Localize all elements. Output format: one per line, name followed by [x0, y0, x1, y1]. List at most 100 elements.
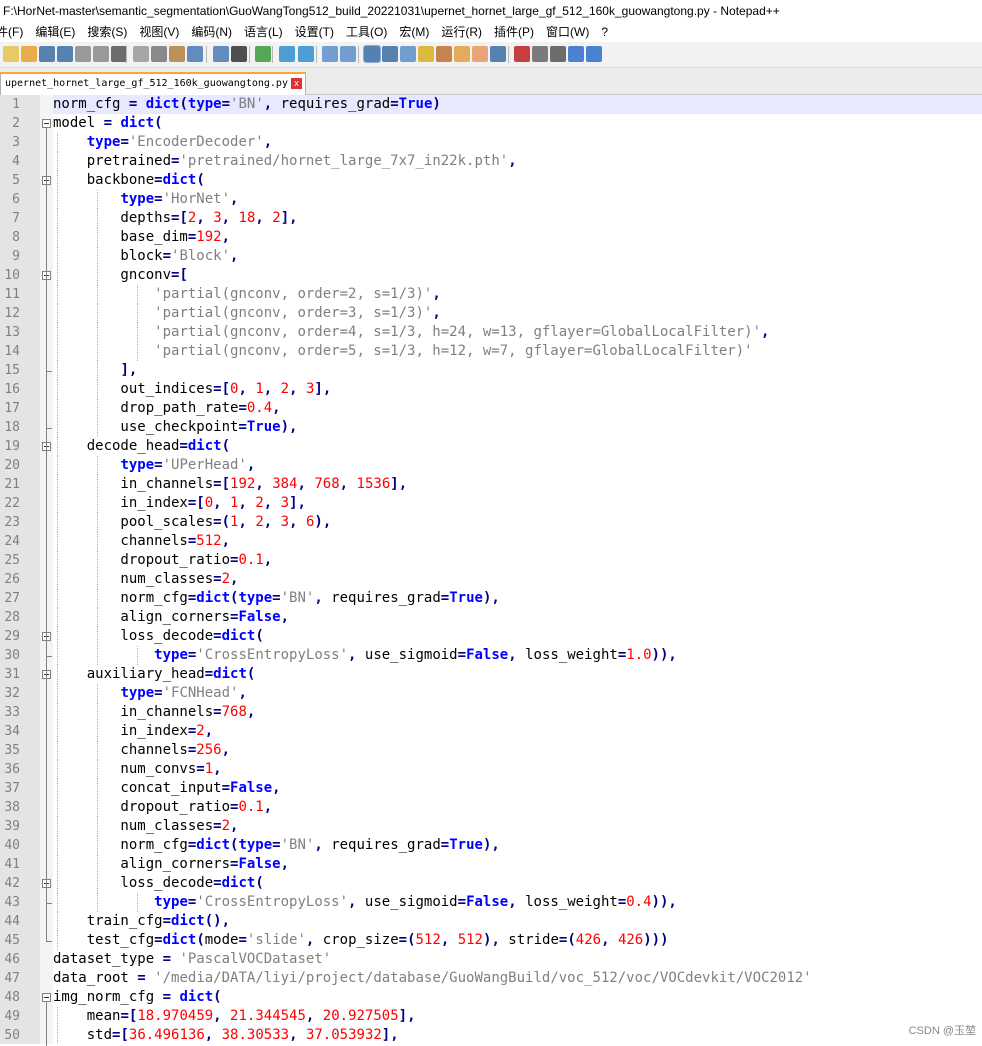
code-line[interactable]: in_index=2,: [53, 722, 982, 741]
fold-toggle-icon[interactable]: [42, 993, 51, 1002]
tab-file[interactable]: upernet_hornet_large_gf_512_160k_guowang…: [0, 72, 306, 95]
open-file-icon[interactable]: [21, 46, 37, 62]
function-list-icon[interactable]: [454, 46, 470, 62]
undo-icon[interactable]: [187, 46, 203, 62]
code-line[interactable]: type='CrossEntropyLoss', use_sigmoid=Fal…: [53, 646, 982, 665]
replace-icon[interactable]: [255, 46, 271, 62]
find-icon[interactable]: [231, 46, 247, 62]
code-line[interactable]: auxiliary_head=dict(: [53, 665, 982, 684]
code-line[interactable]: 'partial(gnconv, order=3, s=1/3)',: [53, 304, 982, 323]
code-line[interactable]: base_dim=192,: [53, 228, 982, 247]
menu-item-7[interactable]: 工具(O): [346, 22, 387, 42]
code-line[interactable]: img_norm_cfg = dict(: [53, 988, 982, 1007]
code-line[interactable]: type='UPerHead',: [53, 456, 982, 475]
code-line[interactable]: decode_head=dict(: [53, 437, 982, 456]
run-macro-multiple-icon[interactable]: [568, 46, 584, 62]
menu-item-9[interactable]: 运行(R): [441, 22, 482, 42]
save-all-icon[interactable]: [57, 46, 73, 62]
menu-item-3[interactable]: 视图(V): [139, 22, 179, 42]
code-line[interactable]: norm_cfg=dict(type='BN', requires_grad=T…: [53, 589, 982, 608]
record-macro-icon[interactable]: [514, 46, 530, 62]
sync-horizontal-icon[interactable]: [340, 46, 356, 62]
menu-item-8[interactable]: 宏(M): [399, 22, 429, 42]
code-editor[interactable]: norm_cfg = dict(type='BN', requires_grad…: [53, 95, 982, 1044]
save-macro-icon[interactable]: [586, 46, 602, 62]
indent-guide-icon[interactable]: [400, 46, 416, 62]
menu-item-10[interactable]: 插件(P): [494, 22, 534, 42]
code-line[interactable]: dataset_type = 'PascalVOCDataset': [53, 950, 982, 969]
user-defined-language-icon[interactable]: [418, 46, 434, 62]
code-line[interactable]: align_corners=False,: [53, 608, 982, 627]
code-line[interactable]: norm_cfg=dict(type='BN', requires_grad=T…: [53, 836, 982, 855]
save-icon[interactable]: [39, 46, 55, 62]
code-line[interactable]: test_cfg=dict(mode='slide', crop_size=(5…: [53, 931, 982, 950]
code-line[interactable]: num_convs=1,: [53, 760, 982, 779]
code-line[interactable]: type='CrossEntropyLoss', use_sigmoid=Fal…: [53, 893, 982, 912]
code-line[interactable]: type='FCNHead',: [53, 684, 982, 703]
menu-item-4[interactable]: 编码(N): [191, 22, 232, 42]
code-line[interactable]: mean=[18.970459, 21.344545, 20.927505],: [53, 1007, 982, 1026]
code-line[interactable]: block='Block',: [53, 247, 982, 266]
close-all-icon[interactable]: [93, 46, 109, 62]
code-line[interactable]: num_classes=2,: [53, 570, 982, 589]
word-wrap-icon[interactable]: [363, 45, 381, 63]
sync-vertical-icon[interactable]: [322, 46, 338, 62]
menu-item-1[interactable]: 编辑(E): [35, 22, 75, 42]
code-line[interactable]: train_cfg=dict(),: [53, 912, 982, 931]
menu-item-0[interactable]: 件(F): [0, 22, 23, 42]
zoom-out-icon[interactable]: [298, 46, 314, 62]
monitoring-icon[interactable]: [490, 46, 506, 62]
code-line[interactable]: concat_input=False,: [53, 779, 982, 798]
code-text: drop_path_rate=0.4,: [53, 400, 281, 416]
code-line[interactable]: in_channels=[192, 384, 768, 1536],: [53, 475, 982, 494]
code-line[interactable]: loss_decode=dict(: [53, 627, 982, 646]
code-line[interactable]: use_checkpoint=True),: [53, 418, 982, 437]
play-macro-icon[interactable]: [550, 46, 566, 62]
code-line[interactable]: channels=512,: [53, 532, 982, 551]
tab-close-icon[interactable]: x: [291, 78, 302, 89]
code-line[interactable]: drop_path_rate=0.4,: [53, 399, 982, 418]
menu-item-2[interactable]: 搜索(S): [87, 22, 127, 42]
menu-item-12[interactable]: ?: [601, 22, 608, 42]
menu-item-5[interactable]: 语言(L): [244, 22, 283, 42]
zoom-in-icon[interactable]: [279, 46, 295, 62]
code-line[interactable]: dropout_ratio=0.1,: [53, 798, 982, 817]
code-line[interactable]: type='HorNet',: [53, 190, 982, 209]
show-all-characters-icon[interactable]: [382, 46, 398, 62]
fold-toggle-icon[interactable]: [42, 119, 51, 128]
code-line[interactable]: ],: [53, 361, 982, 380]
code-line[interactable]: std=[36.496136, 38.30533, 37.053932],: [53, 1026, 982, 1044]
code-line[interactable]: 'partial(gnconv, order=5, s=1/3, h=12, w…: [53, 342, 982, 361]
code-line[interactable]: in_index=[0, 1, 2, 3],: [53, 494, 982, 513]
folder-as-workspace-icon[interactable]: [472, 46, 488, 62]
copy-icon[interactable]: [151, 46, 167, 62]
paste-icon[interactable]: [169, 46, 185, 62]
code-line[interactable]: model = dict(: [53, 114, 982, 133]
code-line[interactable]: backbone=dict(: [53, 171, 982, 190]
stop-macro-icon[interactable]: [532, 46, 548, 62]
code-line[interactable]: norm_cfg = dict(type='BN', requires_grad…: [53, 95, 982, 114]
code-line[interactable]: num_classes=2,: [53, 817, 982, 836]
code-line[interactable]: pool_scales=(1, 2, 3, 6),: [53, 513, 982, 532]
code-line[interactable]: align_corners=False,: [53, 855, 982, 874]
code-line[interactable]: gnconv=[: [53, 266, 982, 285]
code-line[interactable]: pretrained='pretrained/hornet_large_7x7_…: [53, 152, 982, 171]
close-icon[interactable]: [75, 46, 91, 62]
code-line[interactable]: channels=256,: [53, 741, 982, 760]
menu-item-6[interactable]: 设置(T): [295, 22, 334, 42]
code-line[interactable]: dropout_ratio=0.1,: [53, 551, 982, 570]
code-line[interactable]: 'partial(gnconv, order=2, s=1/3)',: [53, 285, 982, 304]
code-line[interactable]: data_root = '/media/DATA/liyi/project/da…: [53, 969, 982, 988]
menu-item-11[interactable]: 窗口(W): [546, 22, 589, 42]
code-line[interactable]: depths=[2, 3, 18, 2],: [53, 209, 982, 228]
code-line[interactable]: out_indices=[0, 1, 2, 3],: [53, 380, 982, 399]
print-icon[interactable]: [111, 46, 127, 62]
code-line[interactable]: 'partial(gnconv, order=4, s=1/3, h=24, w…: [53, 323, 982, 342]
new-file-icon[interactable]: [3, 46, 19, 62]
redo-icon[interactable]: [213, 46, 229, 62]
document-map-icon[interactable]: [436, 46, 452, 62]
code-line[interactable]: in_channels=768,: [53, 703, 982, 722]
code-line[interactable]: loss_decode=dict(: [53, 874, 982, 893]
cut-icon[interactable]: [133, 46, 149, 62]
code-line[interactable]: type='EncoderDecoder',: [53, 133, 982, 152]
